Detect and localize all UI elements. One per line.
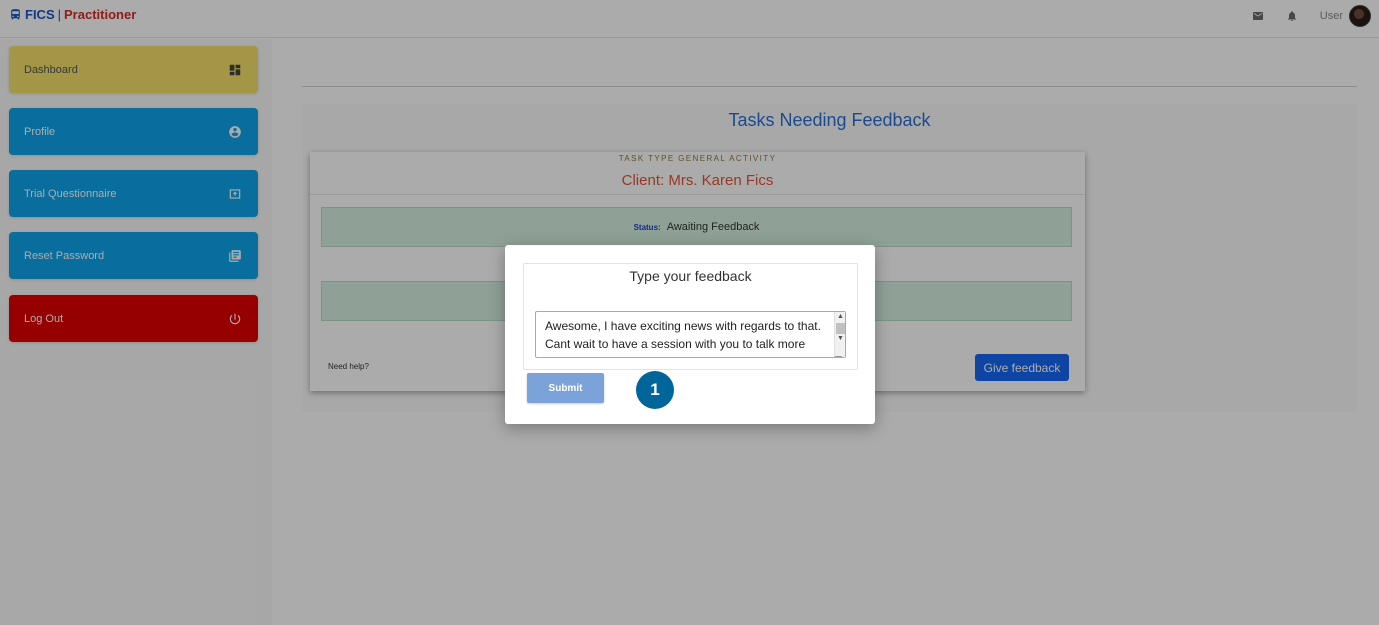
scroll-up-icon[interactable]: ▲ [837, 313, 844, 320]
feedback-form: Type your feedback Awesome, I have excit… [523, 263, 858, 370]
submit-button[interactable]: Submit [527, 373, 604, 403]
step-badge: 1 [636, 371, 674, 409]
feedback-modal: Type your feedback Awesome, I have excit… [505, 245, 875, 424]
modal-title: Type your feedback [629, 268, 752, 284]
scroll-down-icon[interactable]: ▼ [837, 335, 844, 342]
textarea-scrollbar[interactable]: ▲ ▼ [834, 312, 845, 357]
scroll-thumb[interactable] [836, 323, 845, 334]
feedback-textarea[interactable]: Awesome, I have exciting news with regar… [535, 311, 846, 358]
